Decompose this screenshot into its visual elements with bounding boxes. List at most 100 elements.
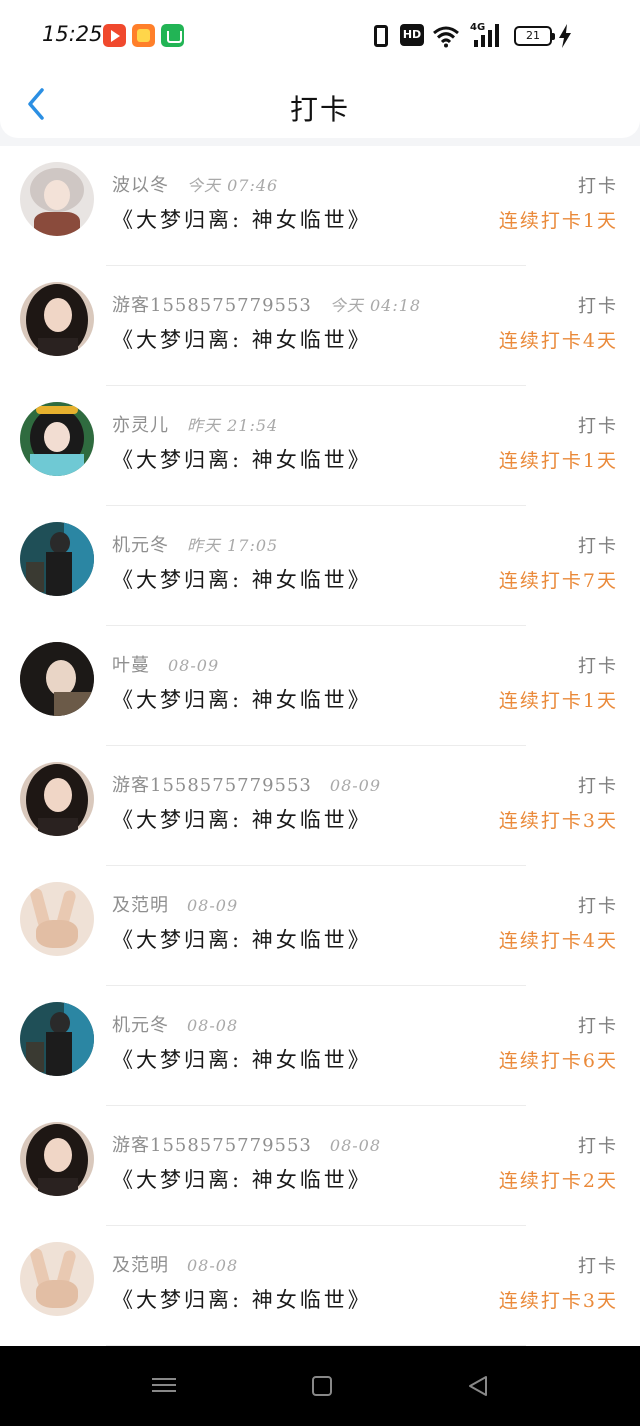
checkin-time: 昨天 17:05 xyxy=(187,536,279,555)
checkin-label: 打卡 xyxy=(578,1136,618,1157)
book-title: 《大梦归离: 神女临世》 xyxy=(112,688,372,712)
video-app-icon xyxy=(103,24,126,47)
book-title: 《大梦归离: 神女临世》 xyxy=(112,1048,372,1072)
streak-days: 连续打卡6天 xyxy=(498,1050,618,1072)
checkin-time: 08-08 xyxy=(329,1136,382,1155)
streak-days: 连续打卡2天 xyxy=(498,1170,618,1192)
streak-days: 连续打卡3天 xyxy=(498,1290,618,1312)
bag-app-icon xyxy=(161,24,184,47)
charging-icon xyxy=(559,24,571,48)
book-title: 《大梦归离: 神女临世》 xyxy=(112,1168,372,1192)
checkin-label: 打卡 xyxy=(578,1256,618,1277)
list-item[interactable]: 及范明 08-08 《大梦归离: 神女临世》 打卡 连续打卡3天 xyxy=(0,1226,640,1346)
checkin-time: 08-09 xyxy=(329,776,382,795)
checkin-label: 打卡 xyxy=(578,536,618,557)
user-name-line: 游客1558575779553 今天 04:18 xyxy=(112,291,421,317)
user-name: 游客1558575779553 xyxy=(112,775,312,796)
user-name: 亦灵儿 xyxy=(112,415,169,436)
checkin-time: 08-08 xyxy=(187,1016,239,1035)
checkin-time: 08-08 xyxy=(187,1256,239,1275)
user-name: 波以冬 xyxy=(112,175,169,196)
checkin-label: 打卡 xyxy=(578,776,618,797)
list-item[interactable]: 机元冬 08-08 《大梦归离: 神女临世》 打卡 连续打卡6天 xyxy=(0,986,640,1106)
avatar[interactable] xyxy=(20,642,94,716)
user-name-line: 及范明 08-09 xyxy=(112,891,238,917)
avatar[interactable] xyxy=(20,402,94,476)
user-name-line: 波以冬 今天 07:46 xyxy=(112,171,278,197)
checkin-label: 打卡 xyxy=(578,896,618,917)
user-name-line: 游客1558575779553 08-09 xyxy=(112,771,381,797)
battery-level: 21 xyxy=(526,29,540,42)
user-name-line: 叶蔓 08-09 xyxy=(112,651,219,677)
streak-days: 连续打卡1天 xyxy=(498,450,618,472)
streak-days: 连续打卡1天 xyxy=(498,690,618,712)
avatar[interactable] xyxy=(20,1242,94,1316)
streak-days: 连续打卡4天 xyxy=(498,330,618,352)
page-title: 打卡 xyxy=(289,93,350,126)
checkin-list[interactable]: 波以冬 今天 07:46 《大梦归离: 神女临世》 打卡 连续打卡1天 游客155… xyxy=(0,146,640,1346)
user-name-line: 机元冬 08-08 xyxy=(112,1011,238,1037)
back-triangle-icon[interactable] xyxy=(466,1374,490,1398)
signal-icon: 4G xyxy=(470,22,504,48)
menu-icon[interactable] xyxy=(152,1374,176,1398)
checkin-page: 15:25 HD 4G 21 打卡 波以冬 今天 07:46 《大梦归离: 神女… xyxy=(0,0,640,1426)
list-item[interactable]: 游客1558575779553 08-08 《大梦归离: 神女临世》 打卡 连续打… xyxy=(0,1106,640,1226)
streak-days: 连续打卡1天 xyxy=(498,210,618,232)
user-name: 机元冬 xyxy=(112,1015,169,1036)
system-nav-bar xyxy=(0,1346,640,1426)
checkin-label: 打卡 xyxy=(578,296,618,317)
list-item[interactable]: 游客1558575779553 今天 04:18 《大梦归离: 神女临世》 打卡 … xyxy=(0,266,640,386)
avatar[interactable] xyxy=(20,162,94,236)
nav-header: 打卡 xyxy=(0,72,640,138)
book-title: 《大梦归离: 神女临世》 xyxy=(112,1288,372,1312)
streak-days: 连续打卡4天 xyxy=(498,930,618,952)
list-item[interactable]: 机元冬 昨天 17:05 《大梦归离: 神女临世》 打卡 连续打卡7天 xyxy=(0,506,640,626)
vibrate-icon xyxy=(374,25,388,47)
book-title: 《大梦归离: 神女临世》 xyxy=(112,928,372,952)
hd-icon: HD xyxy=(400,24,424,46)
status-bar: 15:25 HD 4G 21 xyxy=(0,0,640,72)
status-time: 15:25 xyxy=(42,22,103,46)
list-item[interactable]: 游客1558575779553 08-09 《大梦归离: 神女临世》 打卡 连续打… xyxy=(0,746,640,866)
checkin-time: 08-09 xyxy=(187,896,239,915)
user-name: 游客1558575779553 xyxy=(112,1135,312,1156)
streak-days: 连续打卡3天 xyxy=(498,810,618,832)
book-title: 《大梦归离: 神女临世》 xyxy=(112,808,372,832)
list-item[interactable]: 叶蔓 08-09 《大梦归离: 神女临世》 打卡 连续打卡1天 xyxy=(0,626,640,746)
list-item[interactable]: 波以冬 今天 07:46 《大梦归离: 神女临世》 打卡 连续打卡1天 xyxy=(0,146,640,266)
user-name-line: 游客1558575779553 08-08 xyxy=(112,1131,381,1157)
checkin-label: 打卡 xyxy=(578,1016,618,1037)
avatar[interactable] xyxy=(20,1122,94,1196)
book-title: 《大梦归离: 神女临世》 xyxy=(112,568,372,592)
user-name-line: 亦灵儿 昨天 21:54 xyxy=(112,411,278,437)
checkin-time: 昨天 21:54 xyxy=(187,416,279,435)
checkin-time: 今天 04:18 xyxy=(329,296,422,315)
avatar[interactable] xyxy=(20,1002,94,1076)
user-name: 叶蔓 xyxy=(112,655,150,676)
user-name: 游客1558575779553 xyxy=(112,295,312,316)
checkin-label: 打卡 xyxy=(578,176,618,197)
book-title: 《大梦归离: 神女临世》 xyxy=(112,328,372,352)
avatar[interactable] xyxy=(20,522,94,596)
avatar[interactable] xyxy=(20,882,94,956)
user-name-line: 机元冬 昨天 17:05 xyxy=(112,531,278,557)
avatar[interactable] xyxy=(20,762,94,836)
list-item[interactable]: 及范明 08-09 《大梦归离: 神女临世》 打卡 连续打卡4天 xyxy=(0,866,640,986)
checkin-label: 打卡 xyxy=(578,656,618,677)
battery-icon: 21 xyxy=(514,26,555,46)
home-icon[interactable] xyxy=(312,1376,332,1396)
user-name-line: 及范明 08-08 xyxy=(112,1251,238,1277)
user-name: 及范明 xyxy=(112,895,169,916)
checkin-label: 打卡 xyxy=(578,416,618,437)
wifi-icon xyxy=(433,26,459,48)
avatar[interactable] xyxy=(20,282,94,356)
checkin-time: 今天 07:46 xyxy=(187,176,279,195)
checkin-time: 08-09 xyxy=(168,656,220,675)
user-name: 机元冬 xyxy=(112,535,169,556)
book-title: 《大梦归离: 神女临世》 xyxy=(112,208,372,232)
user-name: 及范明 xyxy=(112,1255,169,1276)
shop-app-icon xyxy=(132,24,155,47)
list-item[interactable]: 亦灵儿 昨天 21:54 《大梦归离: 神女临世》 打卡 连续打卡1天 xyxy=(0,386,640,506)
book-title: 《大梦归离: 神女临世》 xyxy=(112,448,372,472)
streak-days: 连续打卡7天 xyxy=(498,570,618,592)
